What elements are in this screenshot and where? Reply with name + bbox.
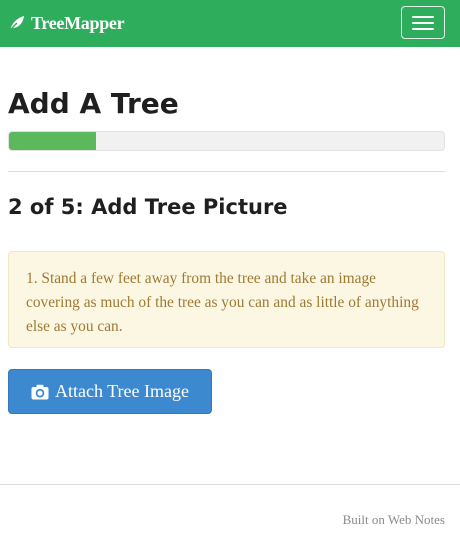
camera-icon (31, 384, 49, 400)
instruction-text: 1. Stand a few feet away from the tree a… (26, 270, 419, 335)
divider (8, 171, 445, 172)
brand-link[interactable]: TreeMapper (8, 11, 125, 35)
instruction-alert: 1. Stand a few feet away from the tree a… (8, 251, 445, 348)
menu-bar (412, 27, 434, 30)
step-title: 2 of 5: Add Tree Picture (8, 195, 288, 219)
menu-bar (412, 15, 434, 18)
menu-bar (412, 21, 434, 24)
attach-button-label: Attach Tree Image (55, 381, 189, 401)
hamburger-menu-icon[interactable] (401, 6, 445, 39)
brand-label: TreeMapper (31, 12, 125, 33)
leaf-icon (8, 14, 26, 32)
attach-tree-image-button[interactable]: Attach Tree Image (8, 369, 212, 414)
footer-divider (0, 484, 460, 485)
progress-fill (9, 132, 96, 150)
progress-bar (8, 131, 445, 151)
footer-text[interactable]: Built on Web Notes (343, 512, 445, 528)
navbar: TreeMapper (0, 0, 460, 47)
page-title: Add A Tree (8, 87, 179, 120)
